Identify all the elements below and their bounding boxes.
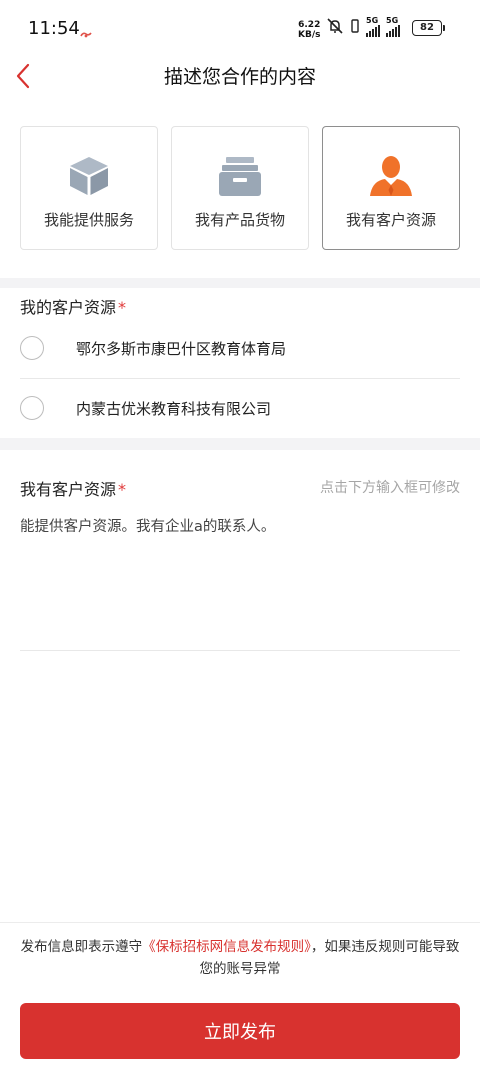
card-label: 我能提供服务 xyxy=(43,211,134,229)
radio-option-label: 内蒙古优米教育科技有限公司 xyxy=(76,400,272,418)
signal-5g-icon-2: 5G xyxy=(386,16,400,37)
person-icon xyxy=(369,155,413,197)
row-divider xyxy=(20,378,460,379)
card-product-goods[interactable]: 我有产品货物 xyxy=(171,126,309,250)
status-bar: 11:54 6.22 KB/s 5G 5G 82 xyxy=(0,0,480,56)
section-title-text: 我的客户资源 xyxy=(20,298,117,317)
required-mark: * xyxy=(118,298,127,317)
signal-5g-icon-1: 5G xyxy=(366,16,380,37)
card-label: 我有产品货物 xyxy=(194,211,285,229)
radio-option-2[interactable]: 内蒙古优米教育科技有限公司 xyxy=(20,380,460,438)
status-time: 11:54 xyxy=(28,18,80,39)
description-textarea[interactable]: 能提供客户资源。我有企业a的联系人。 xyxy=(20,506,460,656)
section-divider xyxy=(0,278,480,288)
required-mark: * xyxy=(118,480,127,499)
rules-notice: 发布信息即表示遵守《保标招标网信息发布规则》，如果违反规则可能导致您的账号异常 xyxy=(20,936,460,980)
status-icons: 5G 5G 82 xyxy=(326,16,445,38)
radio-option-1[interactable]: 鄂尔多斯市康巴什区教育体育局 xyxy=(20,320,460,378)
signal-label-2: 5G xyxy=(386,16,399,25)
archive-box-icon xyxy=(218,155,262,197)
card-provide-services[interactable]: 我能提供服务 xyxy=(20,126,158,250)
page-title: 描述您合作的内容 xyxy=(163,66,316,88)
section-title-customer-resources: 我的客户资源 * xyxy=(20,294,126,318)
radio-circle[interactable] xyxy=(20,396,44,420)
card-customer-resources[interactable]: 我有客户资源 xyxy=(322,126,460,250)
cooperation-type-cards: 我能提供服务 我有产品货物 我有客户资源 xyxy=(20,126,460,250)
textarea-underline xyxy=(20,650,460,651)
section-title-description: 我有客户资源 * xyxy=(20,476,126,500)
edit-hint: 点击下方输入框可修改 xyxy=(320,480,460,496)
nav-bar: 描述您合作的内容 xyxy=(0,56,480,96)
network-speed: 6.22 KB/s xyxy=(298,20,320,40)
section-divider xyxy=(0,438,480,450)
notice-prefix: 发布信息即表示遵守 xyxy=(20,939,143,955)
signal-label-1: 5G xyxy=(366,16,379,25)
vibrate-icon xyxy=(350,18,360,38)
radio-circle[interactable] xyxy=(20,336,44,360)
network-speed-value: 6.22 xyxy=(298,20,321,30)
section-title-text: 我有客户资源 xyxy=(20,480,117,499)
footer-divider xyxy=(0,922,480,923)
mute-icon xyxy=(326,18,344,38)
publish-button[interactable]: 立即发布 xyxy=(20,1003,460,1059)
radio-option-label: 鄂尔多斯市康巴什区教育体育局 xyxy=(76,340,287,358)
rules-link[interactable]: 《保标招标网信息发布规则》 xyxy=(142,939,311,955)
network-speed-unit: KB/s xyxy=(298,30,321,40)
card-label: 我有客户资源 xyxy=(345,211,436,229)
battery-icon: 82 xyxy=(412,20,445,36)
cube-icon xyxy=(67,155,111,197)
notification-icon xyxy=(80,24,92,43)
